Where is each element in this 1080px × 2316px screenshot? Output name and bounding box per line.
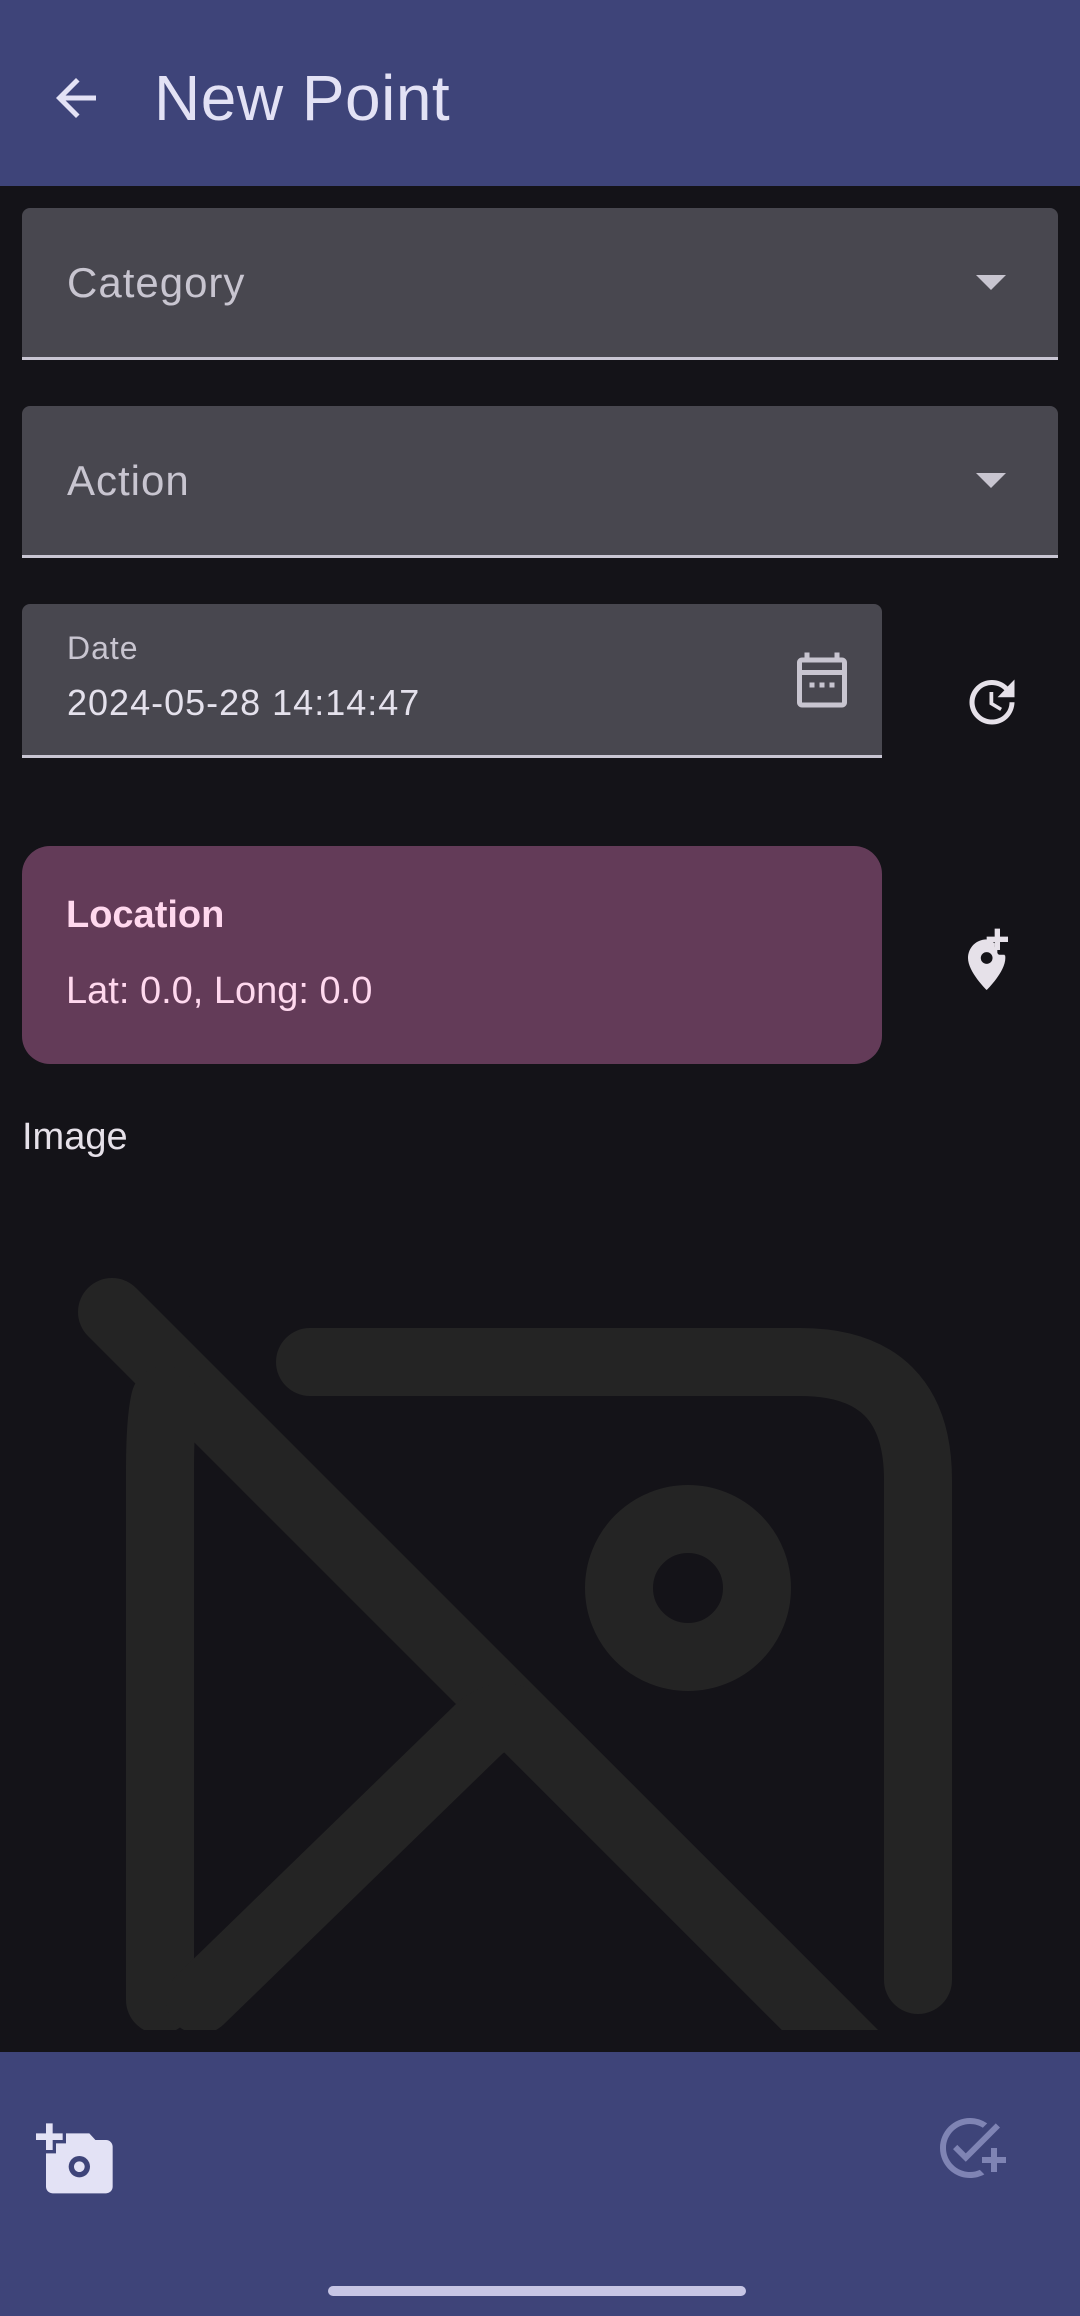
image-heading: Image xyxy=(22,1116,128,1158)
screen: New Point Category Action Date 2024-05-2… xyxy=(0,0,1080,2316)
add-photo-camera-icon xyxy=(36,2123,113,2194)
back-button[interactable] xyxy=(36,58,116,138)
hide-image-icon xyxy=(78,1278,952,2030)
calendar-icon xyxy=(797,652,847,708)
add-task-check-icon xyxy=(940,2118,1006,2178)
calendar-button[interactable] xyxy=(792,650,852,710)
reset-date-button[interactable] xyxy=(952,662,1032,742)
add-location-icon xyxy=(968,928,1008,990)
home-indicator[interactable] xyxy=(328,2286,746,2296)
top-app-bar: New Point xyxy=(0,0,1080,186)
date-value: 2024-05-28 14:14:47 xyxy=(67,682,421,723)
date-label: Date xyxy=(67,630,139,666)
action-dropdown[interactable]: Action xyxy=(22,406,1058,558)
category-label: Category xyxy=(67,258,246,306)
add-photo-button[interactable] xyxy=(36,2120,116,2200)
category-dropdown[interactable]: Category xyxy=(22,208,1058,360)
update-clock-icon xyxy=(969,679,1015,725)
action-label: Action xyxy=(67,456,190,504)
location-coordinates: Lat: 0.0, Long: 0.0 xyxy=(66,970,373,1012)
dropdown-arrow-icon xyxy=(976,274,1006,290)
date-field[interactable]: Date 2024-05-28 14:14:47 xyxy=(22,604,882,758)
image-placeholder[interactable] xyxy=(0,1240,1080,2030)
bottom-bar xyxy=(0,2052,1080,2316)
location-title: Location xyxy=(66,894,225,936)
dropdown-arrow-icon xyxy=(976,472,1006,488)
add-location-button[interactable] xyxy=(952,918,1032,998)
location-card[interactable]: Location Lat: 0.0, Long: 0.0 xyxy=(22,846,882,1064)
save-point-button[interactable] xyxy=(934,2112,1014,2192)
arrow-back-icon xyxy=(56,78,96,118)
page-title: New Point xyxy=(154,62,451,134)
